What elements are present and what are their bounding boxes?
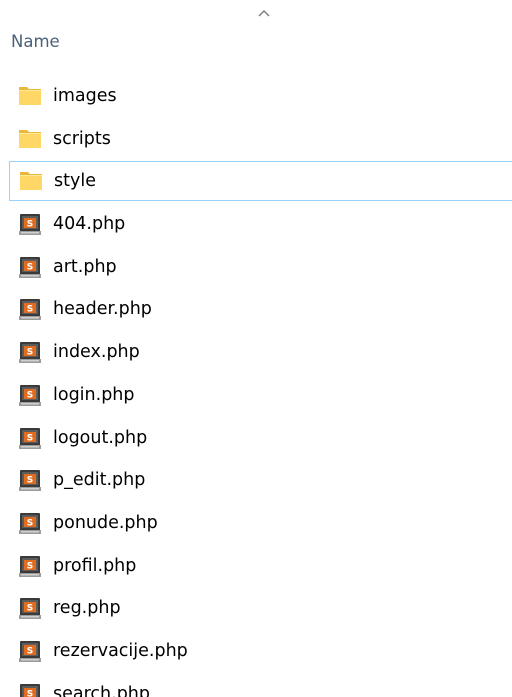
- folder-item[interactable]: images: [0, 76, 512, 116]
- file-item[interactable]: S profil.php: [0, 546, 512, 586]
- item-name: p_edit.php: [53, 470, 146, 491]
- item-name: scripts: [53, 128, 111, 149]
- php-file-icon: S: [17, 382, 43, 408]
- svg-text:S: S: [27, 689, 33, 697]
- php-file-icon: S: [17, 254, 43, 280]
- item-name: profil.php: [53, 555, 137, 576]
- php-file-icon: S: [17, 681, 43, 697]
- file-item[interactable]: S index.php: [0, 332, 512, 372]
- svg-text:S: S: [27, 348, 33, 358]
- svg-text:S: S: [27, 262, 33, 272]
- php-file-icon: S: [17, 595, 43, 621]
- item-name: logout.php: [53, 427, 148, 448]
- php-file-icon: S: [17, 510, 43, 536]
- folder-item[interactable]: scripts: [0, 119, 512, 159]
- folder-item[interactable]: style: [9, 161, 512, 202]
- item-name: 404.php: [53, 214, 126, 235]
- php-file-icon: S: [17, 296, 43, 322]
- svg-text:S: S: [27, 604, 33, 614]
- item-name: rezervacije.php: [53, 640, 188, 661]
- php-file-icon: S: [17, 211, 43, 237]
- php-file-icon: S: [17, 425, 43, 451]
- item-name: images: [53, 86, 117, 106]
- item-name: header.php: [53, 299, 152, 320]
- item-name: login.php: [53, 384, 135, 405]
- svg-text:S: S: [27, 476, 33, 486]
- svg-text:S: S: [27, 561, 33, 571]
- file-item[interactable]: S login.php: [0, 375, 512, 415]
- file-item[interactable]: S p_edit.php: [0, 460, 512, 500]
- item-name: search.php: [53, 683, 151, 697]
- column-header-name[interactable]: Name: [11, 31, 60, 53]
- svg-text:S: S: [27, 220, 33, 230]
- file-item[interactable]: S search.php: [0, 674, 512, 697]
- folder-icon: [17, 83, 43, 109]
- file-item[interactable]: S art.php: [0, 247, 512, 287]
- file-item[interactable]: S rezervacije.php: [0, 631, 512, 671]
- php-file-icon: S: [17, 339, 43, 365]
- file-item[interactable]: S reg.php: [0, 588, 512, 628]
- svg-text:S: S: [27, 305, 33, 315]
- file-item[interactable]: S header.php: [0, 289, 512, 329]
- php-file-icon: S: [17, 553, 43, 579]
- svg-text:S: S: [27, 646, 33, 656]
- file-item[interactable]: S logout.php: [0, 418, 512, 458]
- file-explorer: Name images scripts style S 404.php S ar…: [0, 0, 512, 697]
- svg-text:S: S: [27, 390, 33, 400]
- item-name: ponude.php: [53, 512, 158, 533]
- php-file-icon: S: [17, 467, 43, 493]
- folder-icon: [17, 126, 43, 152]
- folder-icon: [18, 168, 44, 194]
- file-item[interactable]: S 404.php: [0, 204, 512, 244]
- php-file-icon: S: [17, 638, 43, 664]
- item-name: style: [54, 171, 96, 192]
- item-name: index.php: [53, 342, 140, 363]
- item-name: reg.php: [53, 598, 121, 619]
- file-list: images scripts style S 404.php S art.php…: [0, 76, 512, 697]
- svg-text:S: S: [27, 518, 33, 528]
- item-name: art.php: [53, 256, 117, 277]
- svg-text:S: S: [27, 433, 33, 443]
- file-item[interactable]: S ponude.php: [0, 503, 512, 543]
- chevron-up-icon[interactable]: [257, 7, 271, 19]
